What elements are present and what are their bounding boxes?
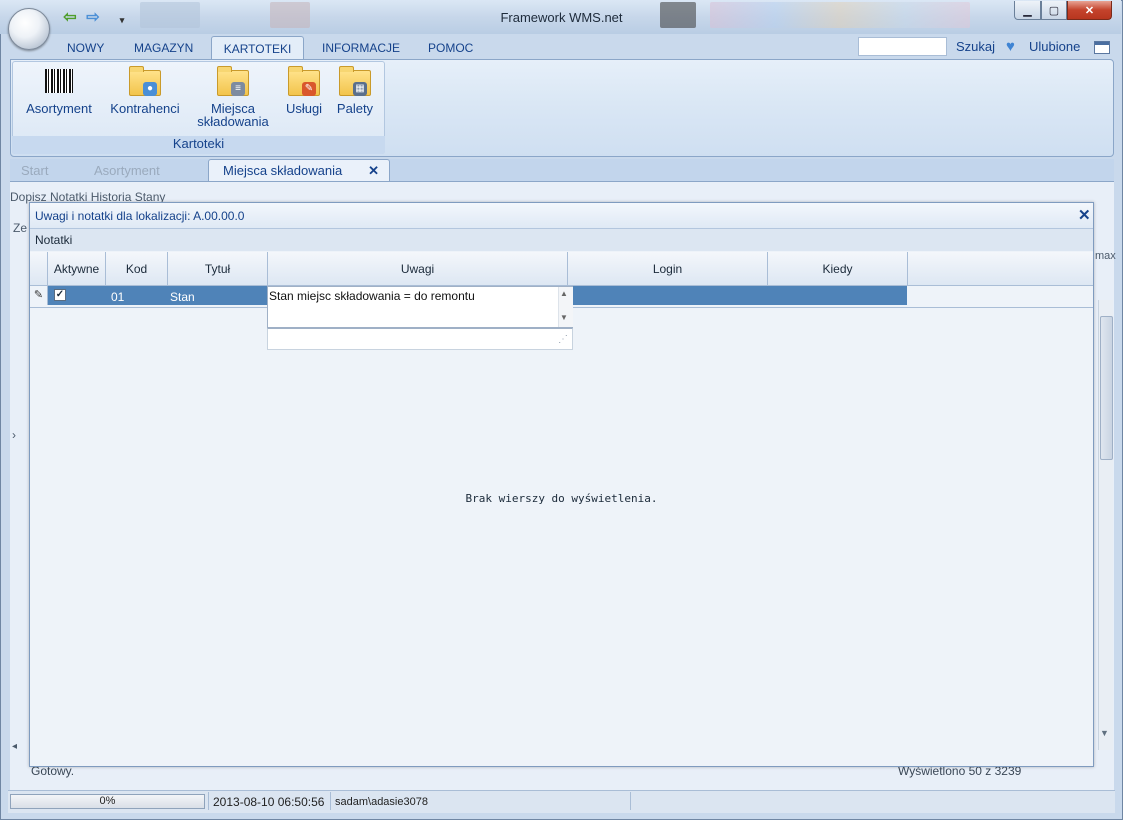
asortyment-button[interactable]: Asortyment (20, 66, 98, 115)
kontrahenci-label: Kontrahenci (110, 101, 180, 116)
ribbon-minimize-icon[interactable] (1094, 41, 1110, 54)
scrollbar-thumb[interactable] (1100, 316, 1113, 460)
heart-icon[interactable]: ♥ (1006, 39, 1022, 55)
scroll-up-icon[interactable]: ▲ (560, 289, 568, 298)
tab-nowy[interactable]: NOWY (67, 41, 104, 55)
scroll-left-icon[interactable]: ◂ (12, 741, 17, 752)
dialog-close-icon[interactable]: ✕ (1078, 206, 1091, 224)
uslugi-label: Usługi (285, 101, 323, 116)
active-checkbox[interactable]: ✓ (54, 289, 66, 301)
search-input[interactable] (858, 37, 947, 56)
miejsca-label-line2: składowania (197, 114, 269, 129)
background-right-label: max (1095, 250, 1116, 262)
column-header-aktywne[interactable]: Aktywne (48, 252, 106, 285)
section-bar (30, 229, 1093, 252)
uwagi-memo-text[interactable]: Stan miejsc składowania = do remontu (269, 289, 475, 303)
search-button[interactable]: Szukaj (956, 39, 995, 54)
cell-tytul[interactable]: Stan (170, 290, 195, 304)
barcode-icon (43, 66, 75, 98)
cell-kod[interactable]: 01 (111, 290, 124, 304)
status-user: sadam\adasie3078 (335, 796, 428, 808)
maximize-button[interactable]: ▢ (1041, 1, 1067, 20)
status-divider (330, 792, 331, 810)
status-timestamp: 2013-08-10 06:50:56 (213, 795, 325, 809)
tab-informacje[interactable]: INFORMACJE (322, 41, 400, 55)
dialog-title: Uwagi i notatki dla lokalizacji: A.00.00… (35, 209, 245, 223)
status-divider (208, 792, 209, 810)
doc-tab-asortyment[interactable]: Asortyment (94, 163, 160, 178)
palety-button[interactable]: ▦ Palety (334, 66, 376, 115)
ribbon-tab-bar: NOWY MAGAZYN KARTOTEKI INFORMACJE POMOC (10, 36, 1115, 60)
edit-pencil-icon: ✎ (30, 286, 48, 305)
minimize-button[interactable]: ▁ (1014, 1, 1041, 20)
column-header-kod[interactable]: Kod (106, 252, 168, 285)
row-indicator-header (30, 252, 48, 285)
column-header-kiedy[interactable]: Kiedy (768, 252, 908, 285)
ribbon-group-label: Kartoteki (12, 136, 385, 154)
pencil-folder-icon: ✎ (288, 66, 320, 98)
database-folder-icon: ≡ (217, 66, 249, 98)
background-left-label: Ze (13, 221, 28, 235)
asortyment-label: Asortyment (26, 101, 92, 116)
doc-tab-miejsca-skladowania[interactable]: Miejsca składowania ✕ (208, 159, 390, 181)
resize-grip-icon[interactable]: ⋰ (558, 334, 568, 345)
miejsca-skladowania-button[interactable]: ≡ Miejsca składowania (192, 66, 274, 128)
favorites-button[interactable]: Ulubione (1029, 39, 1080, 54)
doc-tab-active-label: Miejsca składowania (223, 163, 343, 178)
empty-grid-message: Brak wierszy do wyświetlenia. (465, 492, 658, 505)
tab-magazyn[interactable]: MAGAZYN (134, 41, 193, 55)
tab-pomoc[interactable]: POMOC (428, 41, 473, 55)
expand-panel-icon[interactable]: › (12, 428, 16, 442)
window-title: Framework WMS.net (500, 10, 623, 25)
progress-bar: 0% (10, 794, 205, 809)
close-button[interactable]: ✕ (1067, 1, 1112, 20)
doc-tab-start[interactable]: Start (21, 163, 48, 178)
scroll-down-icon[interactable]: ▼ (1100, 728, 1109, 738)
close-tab-icon[interactable]: ✕ (368, 163, 379, 179)
tab-kartoteki[interactable]: KARTOTEKI (211, 36, 304, 60)
document-tab-strip: Start Asortyment Miejsca składowania ✕ (10, 159, 1114, 182)
column-header-tytul[interactable]: Tytuł (168, 252, 268, 285)
memo-footer (267, 328, 573, 350)
kontrahenci-button[interactable]: ● Kontrahenci (105, 66, 185, 115)
column-header-uwagi[interactable]: Uwagi (268, 252, 568, 285)
scroll-down-icon[interactable]: ▼ (560, 313, 568, 322)
status-divider (630, 792, 631, 810)
contacts-folder-icon: ● (129, 66, 161, 98)
section-title: Notatki (35, 233, 73, 247)
column-header-login[interactable]: Login (568, 252, 768, 285)
application-menu-orb[interactable] (8, 8, 50, 50)
pallet-folder-icon: ▦ (339, 66, 371, 98)
uslugi-button[interactable]: ✎ Usługi (282, 66, 326, 115)
palety-label: Palety (336, 101, 374, 116)
